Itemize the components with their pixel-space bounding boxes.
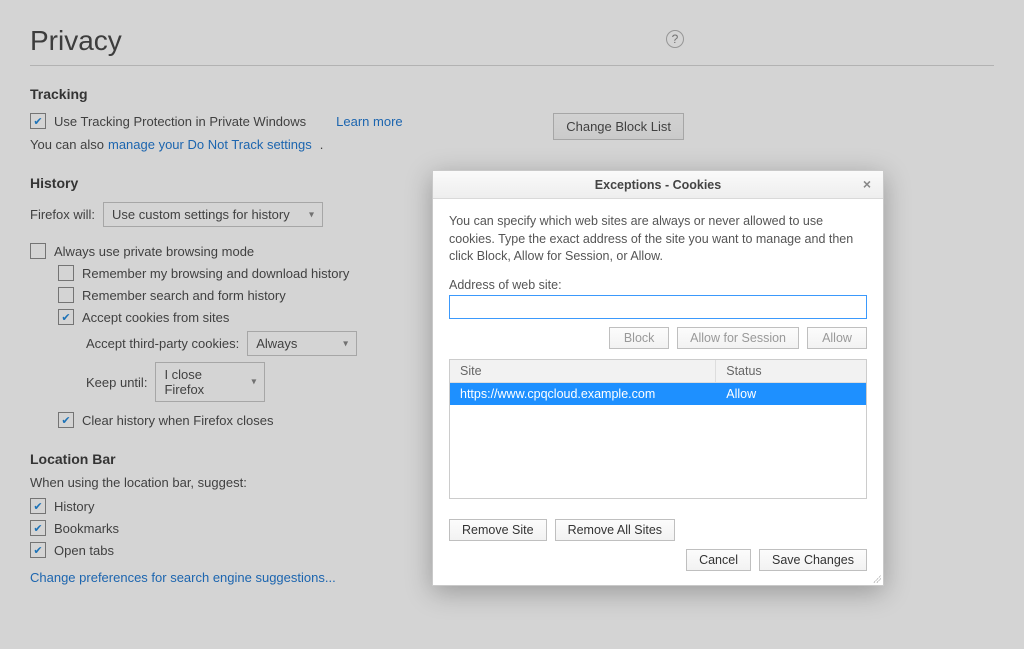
- block-button[interactable]: Block: [609, 327, 669, 349]
- help-icon[interactable]: ?: [666, 30, 684, 48]
- resize-handle[interactable]: [871, 573, 881, 583]
- suggest-history-label: History: [54, 499, 94, 514]
- remember-browsing-checkbox[interactable]: [58, 265, 74, 281]
- address-input[interactable]: [449, 295, 867, 319]
- cell-status: Allow: [716, 383, 866, 405]
- dialog-titlebar[interactable]: Exceptions - Cookies ×: [433, 171, 883, 199]
- cell-site: https://www.cpqcloud.example.com: [450, 383, 716, 405]
- dnt-suffix: .: [320, 137, 324, 152]
- exceptions-table: Site Status https://www.cpqcloud.example…: [449, 359, 867, 499]
- remove-all-sites-button[interactable]: Remove All Sites: [555, 519, 675, 541]
- always-private-label: Always use private browsing mode: [54, 244, 254, 259]
- firefox-will-select[interactable]: Use custom settings for history: [103, 202, 323, 227]
- change-search-prefs-link[interactable]: Change preferences for search engine sug…: [30, 570, 336, 585]
- dialog-description: You can specify which web sites are alwa…: [449, 213, 867, 266]
- manage-dnt-link[interactable]: manage your Do Not Track settings: [108, 137, 312, 152]
- always-private-checkbox[interactable]: [30, 243, 46, 259]
- tracking-heading: Tracking: [30, 86, 994, 102]
- firefox-will-label: Firefox will:: [30, 207, 95, 222]
- third-party-select[interactable]: Always: [247, 331, 357, 356]
- allow-button[interactable]: Allow: [807, 327, 867, 349]
- page-title: Privacy: [30, 25, 122, 57]
- remember-browsing-label: Remember my browsing and download histor…: [82, 266, 349, 281]
- dialog-title: Exceptions - Cookies: [595, 178, 721, 192]
- accept-cookies-label: Accept cookies from sites: [82, 310, 229, 325]
- dnt-prefix: You can also: [30, 137, 104, 152]
- suggest-opentabs-checkbox[interactable]: [30, 542, 46, 558]
- table-row[interactable]: https://www.cpqcloud.example.com Allow: [450, 383, 866, 405]
- table-header: Site Status: [450, 360, 866, 383]
- divider: [30, 65, 994, 66]
- change-block-list-button[interactable]: Change Block List: [553, 113, 684, 140]
- save-changes-button[interactable]: Save Changes: [759, 549, 867, 571]
- suggest-bookmarks-checkbox[interactable]: [30, 520, 46, 536]
- learn-more-link[interactable]: Learn more: [336, 114, 402, 129]
- keep-until-label: Keep until:: [86, 375, 147, 390]
- col-status-header[interactable]: Status: [716, 360, 866, 382]
- suggest-opentabs-label: Open tabs: [54, 543, 114, 558]
- clear-history-checkbox[interactable]: [58, 412, 74, 428]
- tracking-protection-label: Use Tracking Protection in Private Windo…: [54, 114, 306, 129]
- keep-until-select[interactable]: I close Firefox: [155, 362, 265, 402]
- tracking-protection-checkbox[interactable]: [30, 113, 46, 129]
- suggest-history-checkbox[interactable]: [30, 498, 46, 514]
- remove-site-button[interactable]: Remove Site: [449, 519, 547, 541]
- suggest-bookmarks-label: Bookmarks: [54, 521, 119, 536]
- remember-search-label: Remember search and form history: [82, 288, 286, 303]
- third-party-label: Accept third-party cookies:: [86, 336, 239, 351]
- clear-history-label: Clear history when Firefox closes: [82, 413, 273, 428]
- col-site-header[interactable]: Site: [450, 360, 716, 382]
- remember-search-checkbox[interactable]: [58, 287, 74, 303]
- accept-cookies-checkbox[interactable]: [58, 309, 74, 325]
- address-label: Address of web site:: [449, 278, 867, 292]
- exceptions-cookies-dialog: Exceptions - Cookies × You can specify w…: [432, 170, 884, 586]
- allow-session-button[interactable]: Allow for Session: [677, 327, 799, 349]
- cancel-button[interactable]: Cancel: [686, 549, 751, 571]
- close-icon[interactable]: ×: [859, 176, 875, 192]
